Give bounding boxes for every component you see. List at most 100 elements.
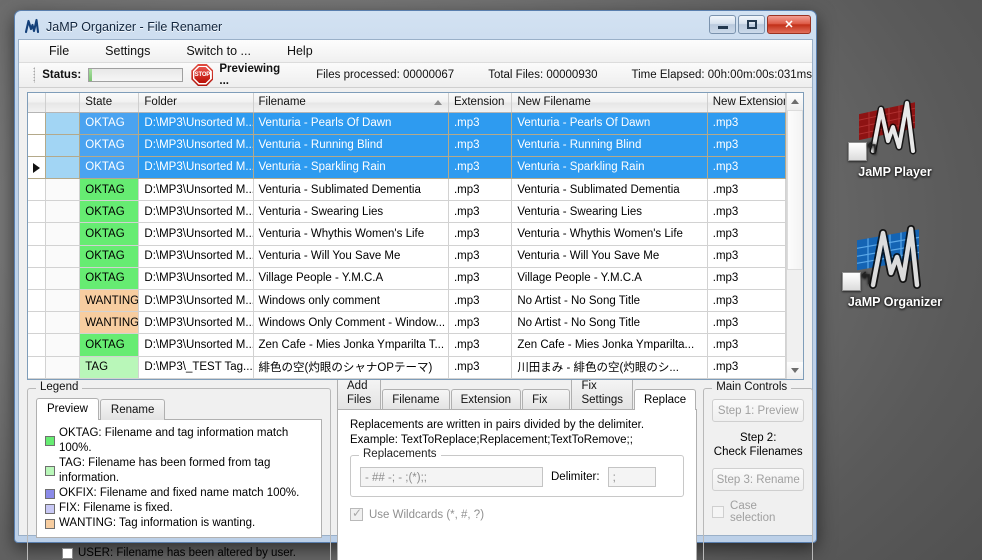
- cell-extension: .mp3: [448, 245, 513, 268]
- header-new-extension[interactable]: New Extension: [707, 93, 786, 113]
- grid-vertical-scrollbar[interactable]: [786, 93, 803, 379]
- options-tabs-panel: Add Files Filename Extension Fix Fix Set…: [337, 375, 698, 560]
- row-select-cell[interactable]: [45, 134, 81, 157]
- cell-new-extension: .mp3: [707, 134, 786, 157]
- header-state[interactable]: State: [79, 93, 140, 113]
- maximize-button[interactable]: [738, 15, 765, 34]
- legend-tab-rename[interactable]: Rename: [99, 399, 166, 420]
- main-controls-title: Main Controls: [712, 381, 792, 393]
- desktop-icon-label: JaMP Player: [858, 165, 932, 179]
- cell-filename: Venturia - Swearing Lies: [253, 200, 449, 224]
- header-new-filename[interactable]: New Filename: [511, 93, 708, 113]
- legend-tabstrip: Preview Rename: [36, 398, 322, 420]
- legend-tab-preview[interactable]: Preview: [36, 398, 99, 420]
- scrollbar-thumb[interactable]: [787, 110, 803, 270]
- tab-extension[interactable]: Extension: [450, 389, 522, 410]
- cell-filename: Venturia - Running Blind: [253, 134, 449, 157]
- table-row[interactable]: OKTAG D:\MP3\Unsorted M... Venturia - Spar…: [28, 156, 786, 180]
- replacements-input[interactable]: - ## -; - ;(*);;: [360, 467, 543, 487]
- case-selection-label: Case selection: [730, 500, 776, 524]
- table-row[interactable]: WANTING D:\MP3\Unsorted M... Windows Only …: [28, 311, 786, 335]
- chevron-up-icon: [791, 99, 799, 104]
- cell-new-filename: Venturia - Swearing Lies: [511, 200, 708, 224]
- close-button[interactable]: ✕: [767, 15, 811, 34]
- tab-filename[interactable]: Filename: [382, 389, 450, 410]
- table-row[interactable]: OKTAG D:\MP3\Unsorted M... Venturia - Subl…: [28, 178, 786, 202]
- menu-item-help[interactable]: Help: [275, 40, 325, 62]
- row-select-cell[interactable]: [45, 333, 81, 357]
- table-header-row: State Folder Filename Extension New File…: [28, 93, 786, 113]
- title-bar[interactable]: JaMP Organizer - File Renamer ✕: [18, 14, 813, 39]
- cell-filename: Windows Only Comment - Window...: [253, 311, 449, 335]
- scroll-down-button[interactable]: [787, 362, 803, 379]
- cell-new-filename: Venturia - Whythis Women's Life: [511, 222, 708, 246]
- cell-new-extension: .mp3: [707, 289, 786, 313]
- delimiter-input[interactable]: ;: [607, 467, 656, 487]
- legend-entry-label: OKFIX: Filename and fixed name match 100…: [59, 487, 300, 499]
- cell-new-filename: No Artist - No Song Title: [511, 311, 708, 335]
- table-row[interactable]: WANTING D:\MP3\Unsorted M... Windows only …: [28, 289, 786, 313]
- cell-new-extension: .mp3: [707, 267, 786, 291]
- scroll-up-button[interactable]: [787, 93, 803, 110]
- cell-filename: Venturia - Sparkling Rain: [253, 156, 449, 180]
- cell-state: OKTAG: [79, 156, 140, 180]
- row-select-cell[interactable]: [45, 200, 81, 224]
- file-grid-scroll-area: State Folder Filename Extension New File…: [28, 93, 786, 379]
- tab-fix-settings[interactable]: Fix Settings: [571, 375, 633, 410]
- table-row[interactable]: OKTAG D:\MP3\Unsorted M... Venturia - Runn…: [28, 134, 786, 157]
- cell-extension: .mp3: [448, 134, 513, 157]
- row-select-cell[interactable]: [45, 222, 81, 246]
- table-row[interactable]: OKTAG D:\MP3\Unsorted M... Venturia - Will…: [28, 245, 786, 268]
- menu-item-switch-to[interactable]: Switch to ...: [174, 40, 263, 62]
- cell-folder: D:\MP3\Unsorted M...: [138, 200, 254, 224]
- cell-folder: D:\MP3\Unsorted M...: [138, 333, 254, 357]
- menu-item-file[interactable]: File: [37, 40, 81, 62]
- header-folder[interactable]: Folder: [138, 93, 254, 113]
- desktop-icon-jamp-organizer[interactable]: JaMP Organizer: [820, 225, 970, 309]
- legend-entry: WANTING: Tag information is wanting.: [45, 516, 313, 531]
- case-selection-checkbox[interactable]: Case selection: [712, 500, 804, 524]
- tab-add-files[interactable]: Add Files: [337, 375, 382, 410]
- table-row[interactable]: OKTAG D:\MP3\Unsorted M... Venturia - Whyt…: [28, 222, 786, 246]
- row-select-cell[interactable]: [45, 311, 81, 335]
- step3-rename-button[interactable]: Step 3: Rename: [712, 468, 805, 491]
- table-row[interactable]: TAG D:\MP3\_TEST Tag... 緋色の空(灼眼のシャナOPテーマ).…: [28, 356, 786, 379]
- step2-line1: Step 2:: [739, 432, 777, 444]
- row-select-cell[interactable]: [45, 112, 81, 135]
- header-filename[interactable]: Filename: [253, 93, 449, 113]
- row-select-cell[interactable]: [45, 356, 81, 379]
- cell-new-filename: No Artist - No Song Title: [511, 289, 708, 313]
- table-row[interactable]: OKTAG D:\MP3\Unsorted M... Venturia - Swea…: [28, 200, 786, 224]
- cell-state: OKTAG: [79, 134, 140, 157]
- minimize-button[interactable]: [709, 15, 736, 34]
- header-extension[interactable]: Extension: [448, 93, 513, 113]
- row-select-cell[interactable]: [45, 267, 81, 291]
- cell-new-extension: .mp3: [707, 245, 786, 268]
- row-select-cell[interactable]: [45, 156, 81, 180]
- menu-item-settings[interactable]: Settings: [93, 40, 162, 62]
- cell-new-filename: Venturia - Sublimated Dementia: [511, 178, 708, 202]
- cell-filename: Venturia - Will You Save Me: [253, 245, 449, 268]
- row-marker-cell: [28, 333, 47, 357]
- legend-color-swatch: [45, 488, 55, 499]
- desktop-icon-jamp-player[interactable]: JaMP Player: [820, 95, 970, 179]
- bottom-panels: Legend Preview Rename OKTAG: Filename an…: [27, 375, 814, 560]
- row-select-cell[interactable]: [45, 245, 81, 268]
- row-select-cell[interactable]: [45, 178, 81, 202]
- legend-color-swatch: [45, 518, 55, 529]
- tab-replace[interactable]: Replace: [633, 389, 697, 410]
- table-row[interactable]: OKTAG D:\MP3\Unsorted M... Venturia - Pear…: [28, 112, 786, 135]
- use-wildcards-checkbox[interactable]: Use Wildcards (*, #, ?): [350, 506, 684, 521]
- cell-extension: .mp3: [448, 200, 513, 224]
- stop-icon[interactable]: STOP: [191, 64, 214, 86]
- jamp-player-icon: [820, 95, 970, 161]
- cell-extension: .mp3: [448, 289, 513, 313]
- table-row[interactable]: OKTAG D:\MP3\Unsorted M... Village People …: [28, 267, 786, 291]
- row-select-cell[interactable]: [45, 289, 81, 313]
- table-row[interactable]: OKTAG D:\MP3\Unsorted M... Zen Cafe - Mies…: [28, 333, 786, 357]
- file-grid[interactable]: State Folder Filename Extension New File…: [27, 92, 804, 380]
- cell-new-extension: .mp3: [707, 311, 786, 335]
- tab-fix[interactable]: Fix: [522, 389, 571, 410]
- step1-preview-button[interactable]: Step 1: Preview: [712, 399, 805, 422]
- cell-state: OKTAG: [79, 200, 140, 224]
